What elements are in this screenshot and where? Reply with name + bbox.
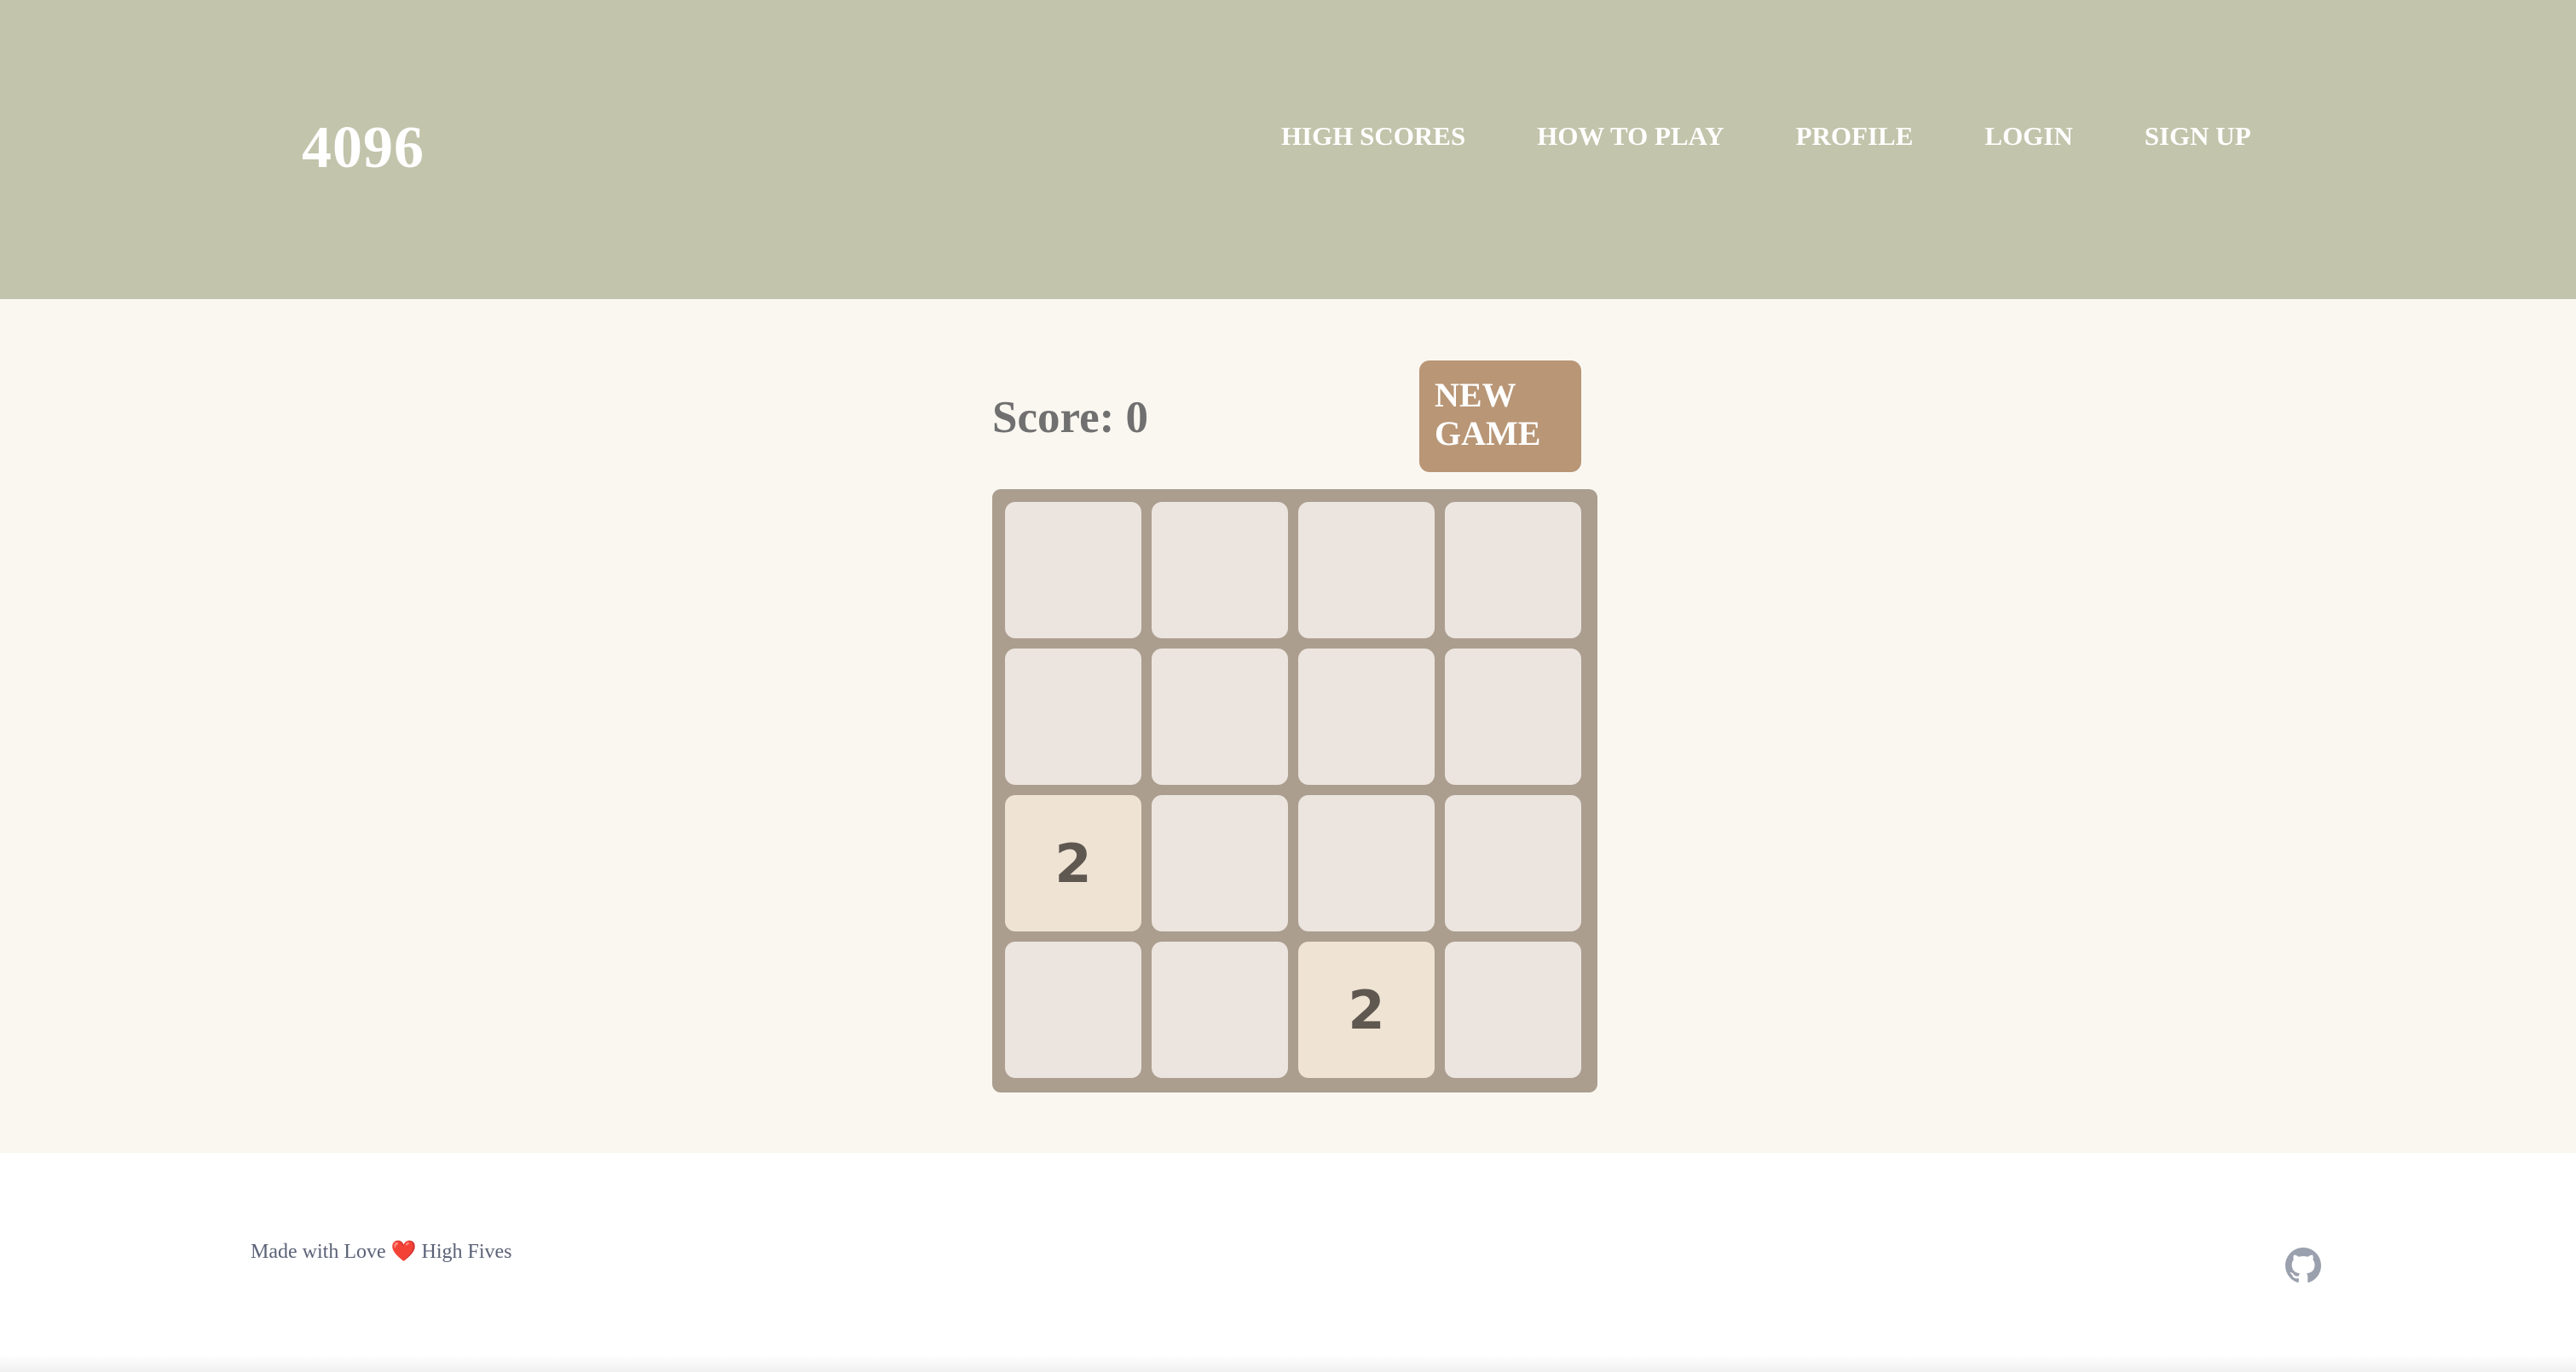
empty-cell: [1005, 649, 1141, 785]
empty-cell: [1445, 502, 1581, 638]
nav-login[interactable]: LOGIN: [1984, 119, 2072, 153]
nav-how-to-play[interactable]: HOW TO PLAY: [1537, 119, 1724, 153]
empty-cell: [1152, 795, 1288, 931]
main-nav: HIGH SCORES HOW TO PLAY PROFILE LOGIN SI…: [1281, 119, 2323, 153]
github-icon[interactable]: [2285, 1248, 2321, 1283]
new-game-label-line2: GAME: [1435, 414, 1541, 453]
game-board[interactable]: 22: [992, 489, 1597, 1092]
nav-profile[interactable]: PROFILE: [1796, 119, 1914, 153]
new-game-button[interactable]: NEW GAME: [1419, 360, 1581, 472]
footer-text-before: Made with Love: [251, 1241, 386, 1263]
github-logo-svg: [2285, 1248, 2321, 1283]
empty-cell: [1445, 942, 1581, 1078]
empty-cell: [1005, 942, 1141, 1078]
tile-2: 2: [1005, 795, 1141, 931]
footer-credit: Made with Love ❤️ High Fives: [251, 1237, 512, 1266]
tile-2: 2: [1298, 942, 1435, 1078]
site-header: 4096 HIGH SCORES HOW TO PLAY PROFILE LOG…: [0, 0, 2576, 299]
empty-cell: [1445, 795, 1581, 931]
empty-cell: [1152, 649, 1288, 785]
empty-cell: [1152, 502, 1288, 638]
new-game-label-line1: NEW: [1435, 376, 1516, 414]
heart-icon: ❤️: [390, 1241, 417, 1263]
score-display: Score: 0: [992, 393, 1148, 442]
site-logo[interactable]: 4096: [302, 114, 425, 182]
empty-cell: [1005, 502, 1141, 638]
empty-cell: [1298, 502, 1435, 638]
empty-cell: [1298, 649, 1435, 785]
empty-cell: [1152, 942, 1288, 1078]
empty-cell: [1298, 795, 1435, 931]
footer-text-after: High Fives: [421, 1241, 512, 1263]
bottom-edge: [0, 1355, 2576, 1372]
nav-high-scores[interactable]: HIGH SCORES: [1281, 119, 1465, 153]
empty-cell: [1445, 649, 1581, 785]
nav-sign-up[interactable]: SIGN UP: [2145, 119, 2251, 153]
